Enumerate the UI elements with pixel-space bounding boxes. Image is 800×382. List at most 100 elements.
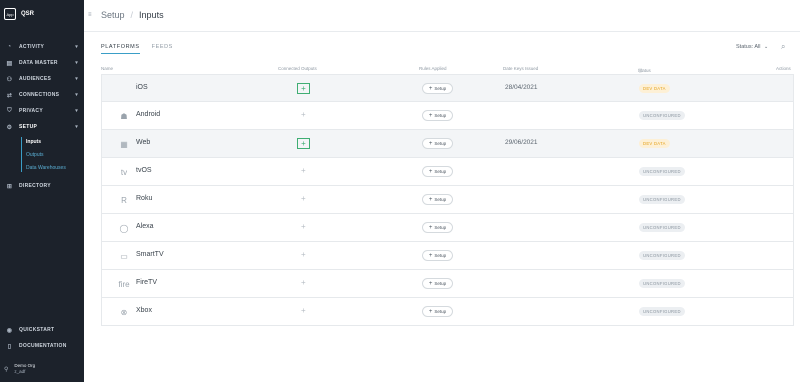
table-row[interactable]: ☗ Android + + Setup UNCONFIGURED <box>101 102 794 130</box>
date-keys-issued: 29/06/2021 <box>505 139 538 146</box>
app-logo: App <box>4 8 16 20</box>
status-filter-label: Status: All <box>736 44 761 50</box>
plug-icon: ⇄ <box>6 92 13 99</box>
rules-setup-button[interactable]: + Setup <box>422 194 453 205</box>
platform-name: Android <box>136 111 161 118</box>
column-header-connected-outputs: Connected Outputs <box>278 66 317 71</box>
sidebar-item-activity[interactable]: ◔ ACTIVITY ▾ <box>0 39 84 55</box>
plus-icon: + <box>428 112 433 119</box>
platform-name: SmartTV <box>136 251 164 258</box>
breadcrumb-separator: / <box>130 10 134 20</box>
chevron-down-icon: ▾ <box>75 76 78 82</box>
chevron-down-icon: ▾ <box>75 44 78 50</box>
status-badge: UNCONFIGURED <box>639 111 685 120</box>
shield-icon: ⛉ <box>7 107 12 114</box>
rules-setup-button[interactable]: + Setup <box>422 278 453 289</box>
subnav-item-inputs[interactable]: Inputs <box>26 135 84 148</box>
status-badge: UNCONFIGURED <box>639 279 685 288</box>
sidebar-bottom: ◉ QUICKSTART ▯ DOCUMENTATION <box>0 322 84 354</box>
status-badge: UNCONFIGURED <box>639 223 685 232</box>
search-icon[interactable]: ⌕ <box>781 42 785 52</box>
subnav-item-outputs[interactable]: Outputs <box>26 148 84 161</box>
rules-setup-button[interactable]: + Setup <box>422 306 453 317</box>
add-output-icon[interactable]: + <box>301 194 306 203</box>
alexa-icon: ◯ <box>119 223 129 233</box>
xbox-icon: ⊗ <box>120 307 128 317</box>
brand[interactable]: App QSR <box>4 8 34 20</box>
setup-label: Setup <box>434 169 447 174</box>
status-badge: DEV DATA <box>639 139 670 148</box>
sidebar-item-label: QUICKSTART <box>19 327 55 333</box>
table-row[interactable]: tv tvOS + + Setup UNCONFIGURED <box>101 158 794 186</box>
sidebar-item-privacy[interactable]: ⛉ PRIVACY ▾ <box>0 103 84 119</box>
rules-setup-button[interactable]: + Setup <box>422 110 453 121</box>
setup-label: Setup <box>434 197 447 202</box>
column-header-name: Name <box>101 66 114 71</box>
add-output-icon[interactable]: + <box>301 278 306 287</box>
top-bar: ≡ Setup / Inputs <box>84 0 800 32</box>
sidebar-item-audiences[interactable]: ⚇ AUDIENCES ▾ <box>0 71 84 87</box>
brand-name: QSR <box>21 11 35 17</box>
status-badge: UNCONFIGURED <box>639 167 685 176</box>
sidebar-item-label: SETUP <box>19 124 38 130</box>
tab-feeds[interactable]: FEEDS <box>152 44 173 54</box>
rules-setup-button[interactable]: + Setup <box>422 138 453 149</box>
table-row[interactable]: R Roku + + Setup UNCONFIGURED <box>101 186 794 214</box>
setup-label: Setup <box>434 86 447 91</box>
gear-icon: ⚙ <box>6 124 13 131</box>
sidebar-item-setup[interactable]: ⚙ SETUP ▾ <box>0 119 84 135</box>
setup-label: Setup <box>434 253 447 258</box>
sidebar-item-quickstart[interactable]: ◉ QUICKSTART <box>0 322 84 338</box>
sidebar-nav: ◔ ACTIVITY ▾ ▤ DATA MASTER ▾ ⚇ AUDIENCES… <box>0 39 84 194</box>
sidebar-item-label: DATA MASTER <box>19 60 58 66</box>
add-output-button[interactable]: + <box>297 83 310 94</box>
add-output-icon[interactable]: + <box>301 166 306 175</box>
table-header: Name Connected Outputs Rules Applied Dat… <box>101 64 794 74</box>
table-row[interactable]: ⊗ Xbox + + Setup UNCONFIGURED <box>101 298 794 326</box>
menu-collapse-icon[interactable]: ≡ <box>88 12 92 18</box>
user-icon: ⚲ <box>4 366 9 373</box>
table-row[interactable]: fire FireTV + + Setup UNCONFIGURED <box>101 270 794 298</box>
web-icon: ▦ <box>120 139 128 149</box>
rules-setup-button[interactable]: + Setup <box>422 222 453 233</box>
status-badge: DEV DATA <box>639 84 670 93</box>
chevron-up-icon: ▾ <box>75 124 78 130</box>
add-output-icon[interactable]: + <box>301 306 306 315</box>
add-output-icon[interactable]: + <box>301 110 306 119</box>
sidebar-item-connections[interactable]: ⇄ CONNECTIONS ▾ <box>0 87 84 103</box>
chevron-down-icon: ▾ <box>75 108 78 114</box>
plus-icon: + <box>428 140 433 147</box>
android-icon: ☗ <box>120 111 128 121</box>
user-name: z_adf <box>14 369 26 374</box>
add-output-button[interactable]: + <box>297 138 310 149</box>
rules-setup-button[interactable]: + Setup <box>422 166 453 177</box>
date-keys-issued: 28/04/2021 <box>505 84 538 91</box>
rocket-icon: ◉ <box>6 327 13 334</box>
plus-icon: + <box>428 252 433 259</box>
platform-name: FireTV <box>136 279 157 286</box>
tab-platforms[interactable]: PLATFORMS <box>101 44 140 54</box>
platform-name: Xbox <box>136 307 152 314</box>
sidebar-item-directory[interactable]: ⊞ DIRECTORY <box>0 178 84 194</box>
subnav-item-data-warehouses[interactable]: Data Warehouses <box>26 161 84 174</box>
table-row[interactable]: ▦ Web + + Setup 29/06/2021 DEV DATA <box>101 130 794 158</box>
sidebar-item-documentation[interactable]: ▯ DOCUMENTATION <box>0 338 84 354</box>
sidebar-item-data-master[interactable]: ▤ DATA MASTER ▾ <box>0 55 84 71</box>
rules-setup-button[interactable]: + Setup <box>422 250 453 261</box>
add-output-icon[interactable]: + <box>301 250 306 259</box>
table-row[interactable]: ◯ Alexa + + Setup UNCONFIGURED <box>101 214 794 242</box>
table-row[interactable]: iOS + + Setup 28/04/2021 DEV DATA <box>101 74 794 102</box>
rules-setup-button[interactable]: + Setup <box>422 83 453 94</box>
setup-label: Setup <box>434 225 447 230</box>
database-icon: ▤ <box>6 60 13 67</box>
status-filter-dropdown[interactable]: Status: All ⌄ <box>736 44 768 50</box>
plus-icon: + <box>428 196 433 203</box>
breadcrumb-parent[interactable]: Setup <box>101 10 125 20</box>
table-row[interactable]: ▭ SmartTV + + Setup UNCONFIGURED <box>101 242 794 270</box>
sidebar-item-label: ACTIVITY <box>19 44 45 50</box>
add-output-icon[interactable]: + <box>301 222 306 231</box>
chevron-down-icon: ▾ <box>75 60 78 66</box>
tv-icon: ▭ <box>120 251 128 261</box>
user-menu[interactable]: ⚲ Demo Org z_adf <box>4 363 35 375</box>
platform-name: tvOS <box>136 167 152 174</box>
